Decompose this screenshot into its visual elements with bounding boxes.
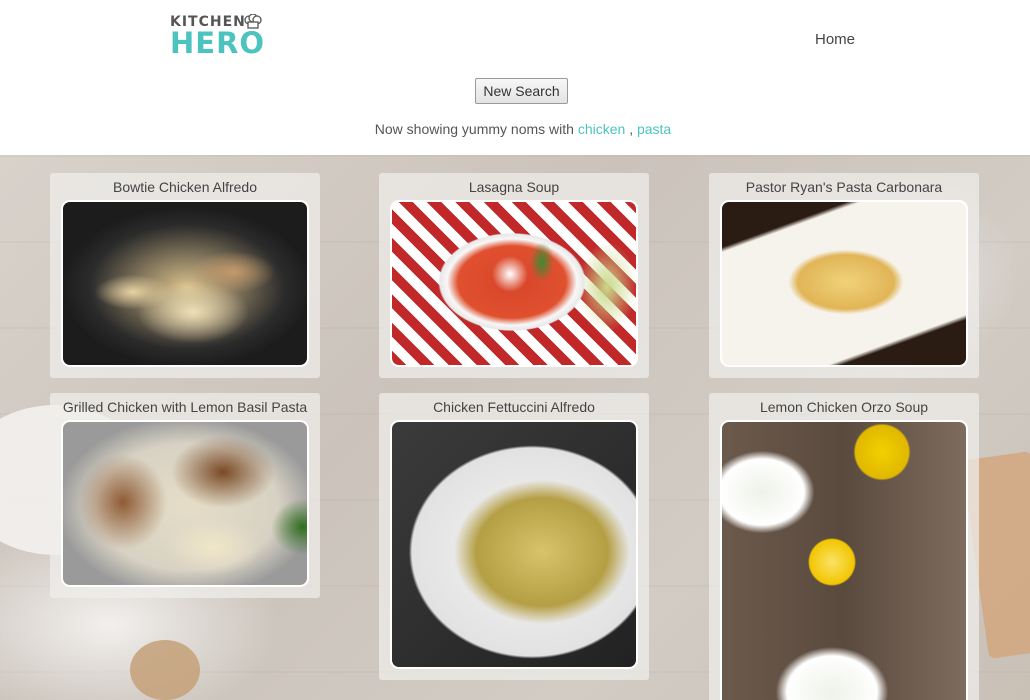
kitchen-hero-logo[interactable]: KITCHEN HERO xyxy=(170,14,266,62)
recipe-title: Grilled Chicken with Lemon Basil Pasta xyxy=(62,399,308,415)
results-area: Bowtie Chicken Alfredo Lasagna Soup Past… xyxy=(0,155,1030,700)
recipe-card[interactable]: Grilled Chicken with Lemon Basil Pasta xyxy=(50,393,320,598)
recipe-card[interactable]: Chicken Fettuccini Alfredo xyxy=(379,393,649,680)
recipe-image[interactable] xyxy=(61,420,309,587)
nav-home-link[interactable]: Home xyxy=(815,31,855,48)
recipe-image[interactable] xyxy=(390,200,638,367)
recipe-card[interactable]: Lemon Chicken Orzo Soup xyxy=(709,393,979,700)
recipe-image[interactable] xyxy=(390,420,638,669)
chef-hat-icon xyxy=(244,14,262,29)
search-tag-separator: , xyxy=(629,121,634,137)
site-header: KITCHEN HERO Home New Search Now showing… xyxy=(0,0,1030,155)
recipe-image[interactable] xyxy=(61,200,309,367)
background-spoon-decoration xyxy=(130,640,200,700)
recipe-title: Bowtie Chicken Alfredo xyxy=(113,179,257,195)
recipe-title: Lemon Chicken Orzo Soup xyxy=(759,399,929,415)
recipe-image[interactable] xyxy=(720,200,968,367)
recipe-card[interactable]: Bowtie Chicken Alfredo xyxy=(50,173,320,378)
search-summary: Now showing yummy noms with chicken , pa… xyxy=(0,121,1030,137)
search-summary-prefix: Now showing yummy noms with xyxy=(374,121,574,137)
recipe-card[interactable]: Pastor Ryan's Pasta Carbonara xyxy=(709,173,979,378)
recipe-title: Lasagna Soup xyxy=(468,179,560,195)
recipe-title: Chicken Fettuccini Alfredo xyxy=(433,399,595,415)
logo-text-bottom: HERO xyxy=(170,26,266,60)
recipe-card[interactable]: Lasagna Soup xyxy=(379,173,649,378)
new-search-button[interactable]: New Search xyxy=(475,78,568,104)
recipe-image[interactable] xyxy=(720,420,968,700)
search-tag-pasta[interactable]: pasta xyxy=(637,121,671,137)
search-tag-chicken[interactable]: chicken xyxy=(578,121,625,137)
recipe-title: Pastor Ryan's Pasta Carbonara xyxy=(745,179,943,195)
